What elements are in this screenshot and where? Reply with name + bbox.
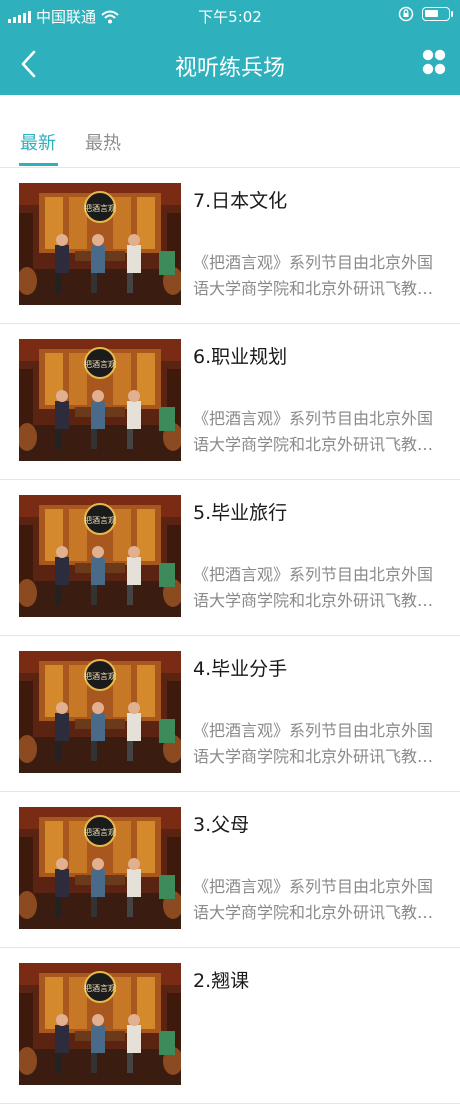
- status-bar: 中国联通 下午5:02: [0, 0, 460, 32]
- list-item[interactable]: 把酒言观 5.毕业旅行 《把酒言观》系列节目由北京外国语大学商学院和北京外研讯飞…: [0, 480, 460, 636]
- show-logo: 把酒言观: [84, 983, 116, 993]
- video-thumbnail: 把酒言观: [19, 495, 181, 617]
- page-title: 视听练兵场: [174, 56, 285, 81]
- list-item[interactable]: 把酒言观 6.职业规划 《把酒言观》系列节目由北京外国语大学商学院和北京外研讯飞…: [0, 324, 460, 480]
- item-title: 6.职业规划: [193, 346, 288, 368]
- item-description: 《把酒言观》系列节目由北京外国语大学商学院和北京外研讯飞教学与研究…: [193, 721, 434, 766]
- list-item[interactable]: 把酒言观 7.日本文化 《把酒言观》系列节目由北京外国语大学商学院和北京外研讯飞…: [0, 168, 460, 324]
- video-thumbnail: 把酒言观: [19, 339, 181, 461]
- item-title: 3.父母: [193, 814, 250, 836]
- video-list: 把酒言观 7.日本文化 《把酒言观》系列节目由北京外国语大学商学院和北京外研讯飞…: [0, 168, 460, 1104]
- status-time: 下午5:02: [198, 8, 262, 26]
- item-description: 《把酒言观》系列节目由北京外国语大学商学院和北京外研讯飞教学与研究…: [193, 409, 434, 454]
- item-description: 《把酒言观》系列节目由北京外国语大学商学院和北京外研讯飞教学与研究…: [193, 253, 434, 298]
- video-thumbnail: 把酒言观: [19, 963, 181, 1085]
- list-item[interactable]: 把酒言观 3.父母 《把酒言观》系列节目由北京外国语大学商学院和北京外研讯飞教学…: [0, 792, 460, 948]
- item-title: 5.毕业旅行: [193, 502, 288, 524]
- tab-indicator: [19, 163, 58, 166]
- item-description: [193, 1030, 441, 1082]
- list-item[interactable]: 把酒言观 4.毕业分手 《把酒言观》系列节目由北京外国语大学商学院和北京外研讯飞…: [0, 636, 460, 792]
- tab-hottest[interactable]: 最热: [85, 129, 121, 155]
- item-title: 4.毕业分手: [193, 658, 288, 680]
- list-item[interactable]: 把酒言观 2.翘课: [0, 948, 460, 1104]
- video-thumbnail: 把酒言观: [19, 183, 181, 305]
- video-thumbnail: 把酒言观: [19, 807, 181, 929]
- rotation-lock-icon: [398, 6, 414, 22]
- tab-bar: 最新 最热: [0, 95, 460, 168]
- show-logo: 把酒言观: [84, 515, 116, 525]
- item-title: 2.翘课: [193, 970, 250, 992]
- item-title: 7.日本文化: [193, 190, 288, 212]
- app-header: 中国联通 下午5:02 视听练兵场: [0, 0, 460, 95]
- show-logo: 把酒言观: [84, 203, 116, 213]
- item-description: 《把酒言观》系列节目由北京外国语大学商学院和北京外研讯飞教学与研究…: [193, 877, 434, 922]
- video-thumbnail: 把酒言观: [19, 651, 181, 773]
- show-logo: 把酒言观: [84, 359, 116, 369]
- item-description: 《把酒言观》系列节目由北京外国语大学商学院和北京外研讯飞教学与研究…: [193, 565, 434, 610]
- show-logo: 把酒言观: [84, 827, 116, 837]
- tab-latest[interactable]: 最新: [20, 129, 56, 155]
- battery-icon: [422, 7, 453, 21]
- show-logo: 把酒言观: [84, 671, 116, 681]
- grid-menu-button[interactable]: [422, 48, 446, 76]
